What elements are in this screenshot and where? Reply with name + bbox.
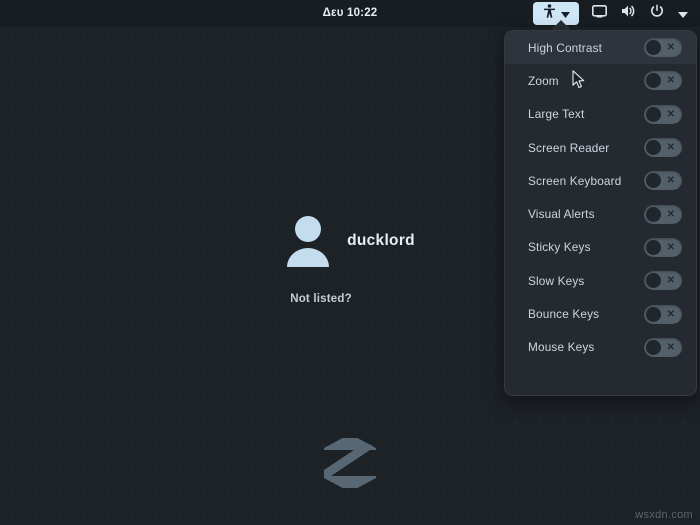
menu-item-label: Slow Keys <box>528 273 585 288</box>
menu-item-label: Bounce Keys <box>528 307 600 322</box>
toggle-off-icon: ✕ <box>666 308 675 320</box>
username-label: ducklord <box>347 232 415 249</box>
menu-item-slow-keys[interactable]: Slow Keys ✕ <box>505 264 696 297</box>
toggle-off-icon: ✕ <box>666 341 675 353</box>
menu-item-mouse-keys[interactable]: Mouse Keys ✕ <box>505 331 696 364</box>
toggle-off-icon: ✕ <box>666 208 675 220</box>
menu-item-large-text[interactable]: Large Text ✕ <box>505 98 696 131</box>
menu-item-label: Screen Keyboard <box>528 173 622 188</box>
menu-item-screen-reader[interactable]: Screen Reader ✕ <box>505 131 696 164</box>
toggle-knob <box>646 306 661 322</box>
toggle-knob <box>646 173 661 189</box>
toggle-off-icon: ✕ <box>666 175 675 187</box>
toggle-switch[interactable]: ✕ <box>644 71 682 91</box>
toggle-knob <box>646 140 661 156</box>
toggle-knob <box>646 106 661 122</box>
display-button[interactable] <box>585 2 614 25</box>
chevron-down-icon <box>561 5 570 23</box>
toggle-switch[interactable]: ✕ <box>644 337 682 357</box>
volume-button[interactable] <box>614 2 643 25</box>
toggle-knob <box>646 273 661 289</box>
toggle-switch[interactable]: ✕ <box>644 204 682 224</box>
menu-item-bounce-keys[interactable]: Bounce Keys ✕ <box>505 297 696 330</box>
power-button[interactable] <box>643 2 671 25</box>
system-menu-button[interactable] <box>671 2 695 25</box>
toggle-off-icon: ✕ <box>666 275 675 287</box>
menu-item-screen-keyboard[interactable]: Screen Keyboard ✕ <box>505 164 696 197</box>
menu-item-label: Mouse Keys <box>528 340 595 355</box>
accessibility-menu: High Contrast ✕ Zoom ✕ Large Text ✕ Screen Rea… <box>504 30 697 396</box>
menu-arrow <box>552 21 570 30</box>
volume-icon <box>621 4 636 23</box>
menu-item-label: Zoom <box>528 73 559 88</box>
lock-screen: Δευ 10:22 High Contrast ✕ Zoom ✕ Large T… <box>0 0 700 525</box>
menu-item-label: Sticky Keys <box>528 240 591 255</box>
toggle-off-icon: ✕ <box>666 108 675 120</box>
toggle-switch[interactable]: ✕ <box>644 271 682 291</box>
user-avatar-icon <box>285 215 331 267</box>
toggle-off-icon: ✕ <box>666 42 675 54</box>
toggle-knob <box>646 339 661 355</box>
display-icon <box>592 4 607 23</box>
menu-item-label: Screen Reader <box>528 140 610 155</box>
menu-item-sticky-keys[interactable]: Sticky Keys ✕ <box>505 231 696 264</box>
toggle-off-icon: ✕ <box>666 142 675 154</box>
toggle-switch[interactable]: ✕ <box>644 104 682 124</box>
toggle-switch[interactable]: ✕ <box>644 138 682 158</box>
menu-item-label: Visual Alerts <box>528 207 595 222</box>
menu-item-label: Large Text <box>528 107 585 122</box>
toggle-off-icon: ✕ <box>666 241 675 253</box>
menu-item-high-contrast[interactable]: High Contrast ✕ <box>505 31 696 65</box>
watermark: wsxdn.com <box>635 509 693 521</box>
toggle-knob <box>646 206 661 222</box>
toggle-off-icon: ✕ <box>666 75 675 87</box>
toggle-switch[interactable]: ✕ <box>644 237 682 257</box>
menu-item-visual-alerts[interactable]: Visual Alerts ✕ <box>505 197 696 230</box>
not-listed-link[interactable]: Not listed? <box>290 293 352 305</box>
user-row[interactable]: ducklord <box>285 215 415 267</box>
top-bar: Δευ 10:22 <box>0 0 700 27</box>
zorin-logo-icon <box>321 432 379 494</box>
menu-item-zoom[interactable]: Zoom ✕ <box>505 64 696 97</box>
toggle-knob <box>646 239 661 255</box>
toggle-switch[interactable]: ✕ <box>644 171 682 191</box>
chevron-down-icon <box>678 5 688 23</box>
toggle-knob <box>646 73 661 89</box>
toggle-switch[interactable]: ✕ <box>644 38 682 58</box>
toggle-switch[interactable]: ✕ <box>644 304 682 324</box>
toggle-knob <box>646 40 661 56</box>
menu-item-label: High Contrast <box>528 40 603 55</box>
power-icon <box>650 4 664 23</box>
